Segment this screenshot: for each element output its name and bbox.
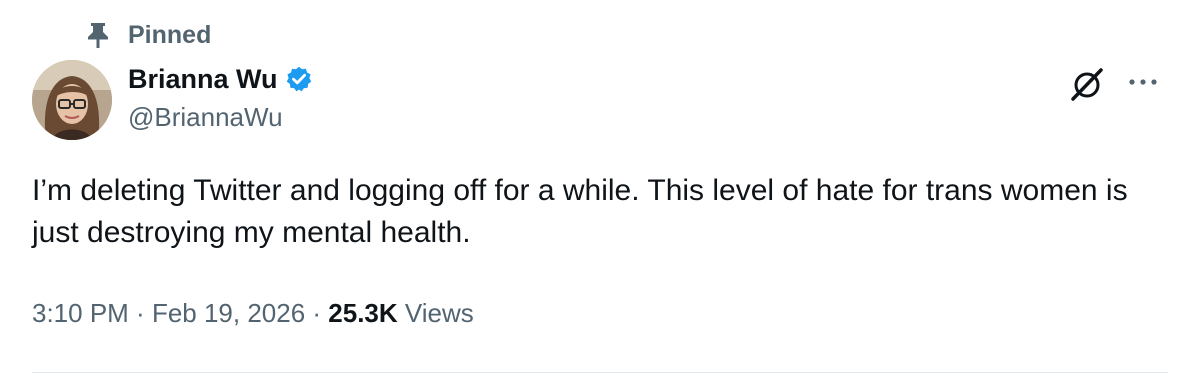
more-options-icon[interactable]: [1124, 72, 1164, 92]
pinned-indicator: Pinned: [86, 20, 211, 50]
grok-icon[interactable]: [1068, 64, 1108, 104]
pinned-label: Pinned: [128, 20, 212, 49]
avatar[interactable]: [32, 60, 112, 140]
divider: [32, 372, 1168, 373]
author-info: Brianna Wu @BriannaWu: [128, 60, 313, 133]
author-display-name[interactable]: Brianna Wu: [128, 64, 278, 95]
meta-separator: ·: [128, 298, 152, 328]
views-label: Views: [397, 298, 474, 328]
verified-badge-icon: [285, 65, 313, 93]
author-handle[interactable]: @BriannaWu: [128, 102, 313, 133]
tweet-time[interactable]: 3:10 PM: [32, 298, 129, 329]
views-count: 25.3K: [328, 298, 398, 328]
tweet-date[interactable]: Feb 19, 2026: [152, 298, 305, 329]
tweet-metadata: 3:10 PM · Feb 19, 2026 · 25.3K Views: [32, 298, 474, 329]
meta-separator: ·: [305, 298, 329, 328]
pin-icon: [86, 21, 110, 49]
tweet-text: I’m deleting Twitter and logging off for…: [32, 174, 1128, 249]
